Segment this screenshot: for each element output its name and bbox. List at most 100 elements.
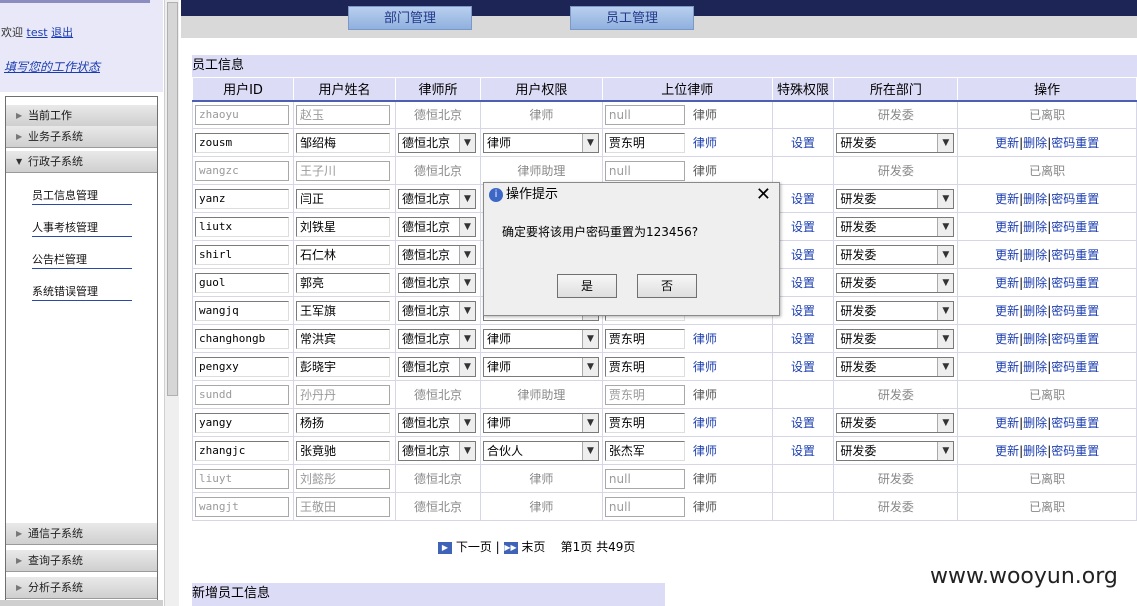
delete-link[interactable]: 删除 [1023, 332, 1047, 346]
department-select[interactable]: 研发委 ▼ [836, 440, 955, 461]
reset-password-link[interactable]: 密码重置 [1051, 444, 1099, 458]
department-select[interactable]: 研发委 ▼ [836, 328, 955, 349]
user-id-input[interactable]: zousm [195, 132, 289, 153]
user-id-input[interactable]: yangy [195, 412, 289, 433]
user-name-input[interactable]: 郭亮 [295, 272, 390, 293]
user-id-input[interactable]: yanz [195, 188, 289, 209]
reset-password-link[interactable]: 密码重置 [1051, 248, 1099, 262]
update-link[interactable]: 更新 [995, 192, 1019, 206]
logout-link[interactable]: 退出 [51, 26, 73, 39]
delete-link[interactable]: 删除 [1023, 276, 1047, 290]
special-settings-link[interactable]: 设置 [791, 360, 815, 374]
supervisor-input[interactable]: 贾东明 [604, 412, 685, 433]
user-id-input[interactable]: pengxy [195, 356, 289, 377]
delete-link[interactable]: 删除 [1023, 136, 1047, 150]
reset-password-link[interactable]: 密码重置 [1051, 332, 1099, 346]
law-firm-select[interactable]: 德恒北京 ▼ [397, 300, 476, 321]
menu-business[interactable]: ▶ 业务子系统 [6, 126, 157, 148]
user-name-input[interactable]: 石仁林 [295, 244, 390, 265]
delete-link[interactable]: 删除 [1023, 360, 1047, 374]
reset-password-link[interactable]: 密码重置 [1051, 136, 1099, 150]
menu-admin[interactable]: ▼ 行政子系统 [6, 151, 157, 173]
user-id-input[interactable]: zhangjc [195, 440, 289, 461]
user-name-input[interactable]: 邹绍梅 [295, 132, 390, 153]
special-settings-link[interactable]: 设置 [791, 248, 815, 262]
law-firm-select[interactable]: 德恒北京 ▼ [397, 188, 476, 209]
update-link[interactable]: 更新 [995, 136, 1019, 150]
user-name-input[interactable]: 闫正 [295, 188, 390, 209]
special-settings-link[interactable]: 设置 [791, 276, 815, 290]
supervisor-input[interactable]: 贾东明 [604, 356, 685, 377]
user-name-input[interactable]: 张竟驰 [295, 440, 390, 461]
department-select[interactable]: 研发委 ▼ [836, 244, 955, 265]
special-settings-link[interactable]: 设置 [791, 416, 815, 430]
department-select[interactable]: 研发委 ▼ [836, 272, 955, 293]
sub-item-system-errors[interactable]: 系统错误管理 [32, 283, 132, 301]
tab-department-management[interactable]: 部门管理 [348, 6, 472, 30]
fill-status-link[interactable]: 填写您的工作状态 [4, 58, 100, 75]
scroll-thumb[interactable] [167, 2, 178, 396]
delete-link[interactable]: 删除 [1023, 444, 1047, 458]
permission-select[interactable]: 律师 ▼ [482, 328, 599, 349]
department-select[interactable]: 研发委 ▼ [836, 356, 955, 377]
law-firm-select[interactable]: 德恒北京 ▼ [397, 244, 476, 265]
yes-button[interactable]: 是 [557, 274, 617, 298]
delete-link[interactable]: 删除 [1023, 220, 1047, 234]
menu-analysis[interactable]: ▶ 分析子系统 [6, 577, 157, 599]
user-id-input[interactable]: guol [195, 272, 289, 293]
reset-password-link[interactable]: 密码重置 [1051, 304, 1099, 318]
department-select[interactable]: 研发委 ▼ [836, 216, 955, 237]
update-link[interactable]: 更新 [995, 220, 1019, 234]
reset-password-link[interactable]: 密码重置 [1051, 192, 1099, 206]
sub-item-employee-info[interactable]: 员工信息管理 [32, 187, 132, 205]
update-link[interactable]: 更新 [995, 332, 1019, 346]
law-firm-select[interactable]: 德恒北京 ▼ [397, 272, 476, 293]
menu-query[interactable]: ▶ 查询子系统 [6, 550, 157, 572]
permission-select[interactable]: 合伙人 ▼ [482, 440, 599, 461]
user-name-input[interactable]: 刘铁星 [295, 216, 390, 237]
update-link[interactable]: 更新 [995, 304, 1019, 318]
update-link[interactable]: 更新 [995, 360, 1019, 374]
department-select[interactable]: 研发委 ▼ [836, 412, 955, 433]
permission-select[interactable]: 律师 ▼ [482, 356, 599, 377]
menu-current-work[interactable]: ▶ 当前工作 [6, 105, 157, 127]
delete-link[interactable]: 删除 [1023, 304, 1047, 318]
sub-item-personnel-review[interactable]: 人事考核管理 [32, 219, 132, 237]
reset-password-link[interactable]: 密码重置 [1051, 360, 1099, 374]
next-page-link[interactable]: 下一页 [456, 540, 492, 554]
permission-select[interactable]: 律师 ▼ [482, 412, 599, 433]
law-firm-select[interactable]: 德恒北京 ▼ [397, 132, 476, 153]
user-id-input[interactable]: changhongb [195, 328, 289, 349]
delete-link[interactable]: 删除 [1023, 192, 1047, 206]
permission-select[interactable]: 律师 ▼ [482, 132, 599, 153]
delete-link[interactable]: 删除 [1023, 416, 1047, 430]
department-select[interactable]: 研发委 ▼ [836, 300, 955, 321]
user-name-input[interactable]: 王军旗 [295, 300, 390, 321]
department-select[interactable]: 研发委 ▼ [836, 188, 955, 209]
department-select[interactable]: 研发委 ▼ [836, 132, 955, 153]
update-link[interactable]: 更新 [995, 276, 1019, 290]
special-settings-link[interactable]: 设置 [791, 192, 815, 206]
user-link[interactable]: test [27, 26, 48, 39]
supervisor-input[interactable]: 贾东明 [604, 132, 685, 153]
tab-employee-management[interactable]: 员工管理 [570, 6, 694, 30]
supervisor-input[interactable]: 张杰军 [604, 440, 685, 461]
last-page-link[interactable]: 末页 [521, 540, 545, 554]
law-firm-select[interactable]: 德恒北京 ▼ [397, 412, 476, 433]
close-icon[interactable]: ✕ [756, 184, 771, 206]
user-id-input[interactable]: shirl [195, 244, 289, 265]
special-settings-link[interactable]: 设置 [791, 136, 815, 150]
menu-communication[interactable]: ▶ 通信子系统 [6, 523, 157, 545]
left-scrollbar[interactable] [164, 0, 179, 606]
supervisor-input[interactable]: 贾东明 [604, 328, 685, 349]
bottom-scrollbar[interactable] [0, 600, 163, 606]
user-name-input[interactable]: 彭晓宇 [295, 356, 390, 377]
no-button[interactable]: 否 [637, 274, 697, 298]
update-link[interactable]: 更新 [995, 248, 1019, 262]
update-link[interactable]: 更新 [995, 416, 1019, 430]
user-id-input[interactable]: wangjq [195, 300, 289, 321]
special-settings-link[interactable]: 设置 [791, 332, 815, 346]
special-settings-link[interactable]: 设置 [791, 444, 815, 458]
special-settings-link[interactable]: 设置 [791, 304, 815, 318]
special-settings-link[interactable]: 设置 [791, 220, 815, 234]
